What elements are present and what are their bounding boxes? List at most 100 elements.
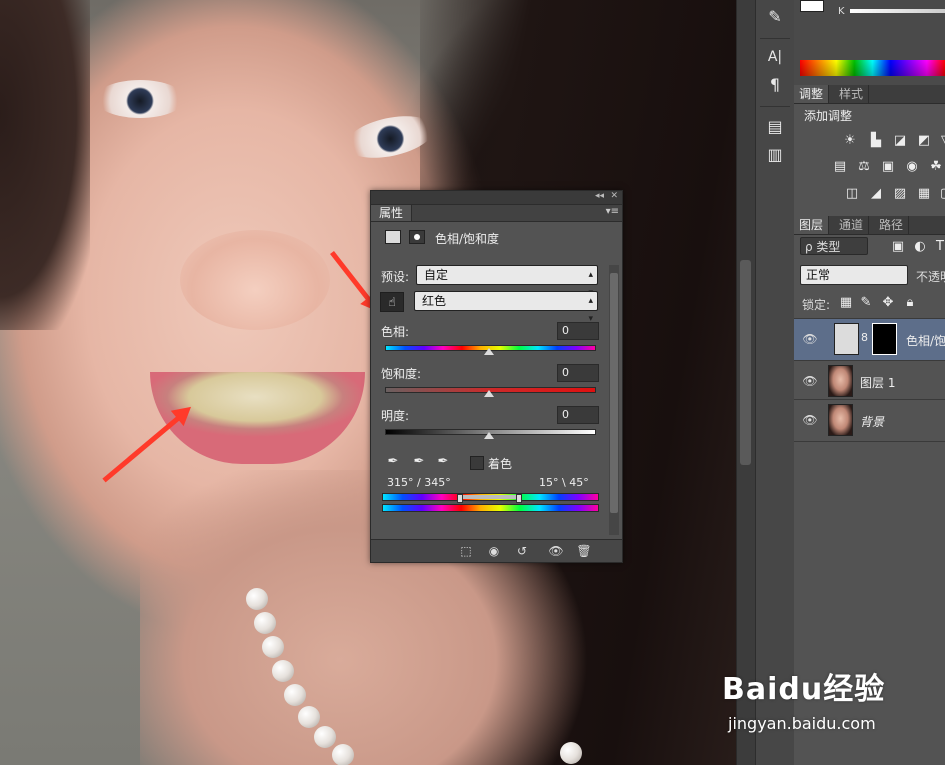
colorize-label: 着色: [488, 457, 513, 471]
levels-icon[interactable]: ▙: [868, 134, 884, 148]
foreground-swatch[interactable]: [800, 0, 824, 12]
saturation-input[interactable]: 0: [557, 364, 599, 382]
color-balance-icon[interactable]: ⚖: [856, 160, 872, 174]
lightness-slider-thumb[interactable]: [484, 432, 494, 439]
range-handle-right[interactable]: [516, 494, 522, 503]
left-eye: [95, 80, 185, 118]
layer-name: 图层 1: [860, 376, 896, 390]
view-previous-icon[interactable]: ◉: [485, 543, 503, 559]
clip-to-layer-icon[interactable]: ⬚: [457, 543, 475, 559]
color-spectrum[interactable]: [800, 60, 945, 76]
eyedropper-icon[interactable]: ✒: [385, 454, 401, 470]
posterize-icon[interactable]: ◢: [868, 187, 884, 201]
invert-icon[interactable]: ◫: [844, 187, 860, 201]
targeted-adjust-hand-icon[interactable]: ☝: [380, 292, 404, 312]
brush-presets-icon[interactable]: ✎: [764, 6, 786, 28]
hue-slider-thumb[interactable]: [484, 348, 494, 355]
mask-thumbnail[interactable]: [872, 323, 897, 355]
scrollbar-thumb[interactable]: [740, 260, 751, 465]
add-adjustment-title: 添加调整: [804, 109, 853, 123]
layer-row-background[interactable]: 👁︎ 背景: [794, 399, 945, 442]
divider: [760, 38, 790, 39]
lock-transparent-icon[interactable]: ▦: [838, 296, 854, 310]
pearl: [332, 744, 354, 765]
panel-menu-icon[interactable]: ▾≡: [606, 206, 619, 217]
visibility-toggle-icon[interactable]: 👁︎: [547, 543, 565, 559]
reset-icon[interactable]: ↺: [513, 543, 531, 559]
nose: [180, 230, 330, 330]
hue-input[interactable]: 0: [557, 322, 599, 340]
exposure-icon[interactable]: ◩: [916, 134, 932, 148]
curves-icon[interactable]: ◪: [892, 134, 908, 148]
hue-saturation-icon[interactable]: ▤: [832, 160, 848, 174]
visibility-eye-icon[interactable]: 👁︎: [802, 332, 818, 346]
pearl: [314, 726, 336, 748]
panel-toolstrip: ✎ A| ¶ ▤ ▥: [755, 0, 795, 765]
pearl: [560, 742, 582, 764]
layer-row-hue-saturation[interactable]: 👁︎ 8 色相/饱: [794, 318, 945, 360]
tab-styles[interactable]: 样式: [834, 85, 870, 103]
black-white-icon[interactable]: ▣: [880, 160, 896, 174]
layer-thumbnail: [828, 365, 853, 397]
filter-adjust-icon[interactable]: ◐: [912, 240, 928, 254]
paragraph-icon[interactable]: ¶: [764, 74, 786, 96]
baidu-watermark: Baidu经验 jingyan.baidu.com: [722, 664, 885, 733]
adjust-tabs: 调整 样式: [794, 85, 945, 104]
link-icon[interactable]: 8: [861, 331, 868, 344]
range-right-label: 15° \ 45°: [539, 476, 589, 489]
range-selector[interactable]: [459, 495, 519, 499]
channel-mixer-icon[interactable]: ☘: [928, 160, 944, 174]
blend-mode-select[interactable]: 正常: [800, 265, 908, 285]
delete-icon[interactable]: 🗑︎: [575, 543, 593, 559]
canvas-scrollbar[interactable]: [736, 0, 755, 765]
gradient-map-icon[interactable]: ▦: [916, 187, 932, 201]
photo-canvas[interactable]: [0, 0, 736, 765]
layer-filter-select[interactable]: ρ 类型: [800, 237, 868, 255]
lock-label: 锁定:: [802, 298, 831, 312]
range-handle-left[interactable]: [457, 494, 463, 503]
eyedropper-plus-icon[interactable]: ✒: [411, 454, 427, 470]
saturation-slider-thumb[interactable]: [484, 390, 494, 397]
eyedropper-minus-icon[interactable]: ✒: [435, 454, 451, 470]
properties-tabrow: 属性 ▾≡: [371, 205, 622, 222]
range-left-label: 315° / 345°: [387, 476, 451, 489]
threshold-icon[interactable]: ▨: [892, 187, 908, 201]
panel-titlebar[interactable]: ◂◂ ✕: [371, 191, 622, 205]
filter-type-icon[interactable]: T: [932, 240, 945, 254]
tab-adjustments[interactable]: 调整: [794, 85, 830, 103]
properties-icon[interactable]: ▤: [764, 116, 786, 138]
k-slider[interactable]: [850, 9, 945, 13]
hair-left: [0, 0, 90, 330]
pearl: [254, 612, 276, 634]
visibility-eye-icon[interactable]: 👁︎: [802, 374, 818, 388]
character-icon[interactable]: A|: [764, 46, 786, 68]
notes-icon[interactable]: ▥: [764, 144, 786, 166]
lock-all-icon[interactable]: 🔒︎: [902, 296, 918, 310]
preset-select[interactable]: 自定 ▴▾: [416, 265, 598, 298]
tab-layers[interactable]: 图层: [794, 216, 830, 234]
lightness-label: 明度:: [381, 409, 410, 423]
mask-icon[interactable]: [409, 230, 425, 244]
divider: [760, 106, 790, 107]
lightness-input[interactable]: 0: [557, 406, 599, 424]
layer-row-layer1[interactable]: 👁︎ 图层 1: [794, 360, 945, 402]
photo-filter-icon[interactable]: ◉: [904, 160, 920, 174]
tab-properties[interactable]: 属性: [371, 205, 413, 221]
selective-color-icon[interactable]: ▢: [938, 187, 945, 201]
lock-move-icon[interactable]: ✥: [880, 296, 896, 310]
vibrance-icon[interactable]: ▽: [938, 134, 945, 148]
filter-image-icon[interactable]: ▣: [890, 240, 906, 254]
collapse-icon[interactable]: ◂◂: [595, 191, 604, 201]
lock-paint-icon[interactable]: ✎: [858, 296, 874, 310]
properties-scrollbar[interactable]: [609, 265, 619, 535]
close-icon[interactable]: ✕: [610, 191, 618, 201]
colorize-checkbox[interactable]: [470, 456, 484, 470]
properties-scroll-thumb[interactable]: [610, 273, 618, 513]
tab-channels[interactable]: 通道: [834, 216, 870, 234]
tab-paths[interactable]: 路径: [874, 216, 910, 234]
channel-select[interactable]: 红色 ▴ ▾: [414, 291, 598, 324]
layer-thumbnail: [828, 404, 853, 436]
adjustment-icon[interactable]: [385, 230, 401, 244]
brightness-icon[interactable]: ☀: [842, 134, 858, 148]
visibility-eye-icon[interactable]: 👁︎: [802, 413, 818, 427]
